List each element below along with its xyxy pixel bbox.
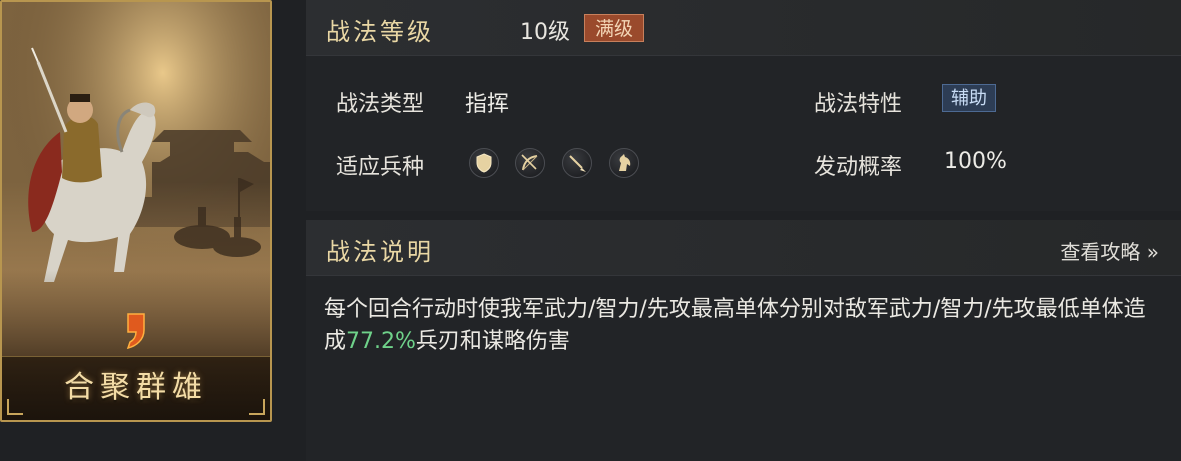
tactic-card[interactable]: 合聚群雄 xyxy=(0,0,272,422)
level-value: 10级 xyxy=(520,20,570,45)
level-title: 战法等级 xyxy=(326,18,434,46)
troops-label: 适应兵种 xyxy=(336,155,425,180)
trait-label: 战法特性 xyxy=(814,92,903,117)
bow-icon[interactable] xyxy=(515,148,545,178)
rate-value: 100% xyxy=(944,149,1007,174)
corner-ornament-right xyxy=(249,399,265,415)
corner-ornament-left xyxy=(7,399,23,415)
shield-icon[interactable] xyxy=(469,148,499,178)
rate-label: 发动概率 xyxy=(814,155,903,180)
description-header: 战法说明 查看攻略 » xyxy=(306,220,1181,276)
type-value: 指挥 xyxy=(465,92,510,117)
max-level-badge: 满级 xyxy=(584,14,645,42)
description-body: 每个回合行动时使我军武力/智力/先攻最高单体分别对敌军武力/智力/先攻最低单体造… xyxy=(306,276,1181,461)
tactic-info xyxy=(306,56,1181,211)
spear-icon[interactable] xyxy=(562,148,592,178)
damage-percent: 77.2% xyxy=(346,329,416,354)
rank-badge-icon xyxy=(126,313,145,350)
description-text: 每个回合行动时使我军武力/智力/先攻最高单体分别对敌军武力/智力/先攻最低单体造… xyxy=(324,294,1166,358)
trait-badge: 辅助 xyxy=(942,84,996,112)
view-guide-link[interactable]: 查看攻略 » xyxy=(1060,236,1159,265)
description-text-part2: 兵刃和谋略伤害 xyxy=(415,329,570,354)
description-title: 战法说明 xyxy=(326,238,434,266)
tactic-name: 合聚群雄 xyxy=(64,370,208,405)
horse-icon[interactable] xyxy=(609,148,639,178)
level-row: 战法等级 10级 满级 xyxy=(306,0,1181,56)
type-label: 战法类型 xyxy=(336,92,425,117)
